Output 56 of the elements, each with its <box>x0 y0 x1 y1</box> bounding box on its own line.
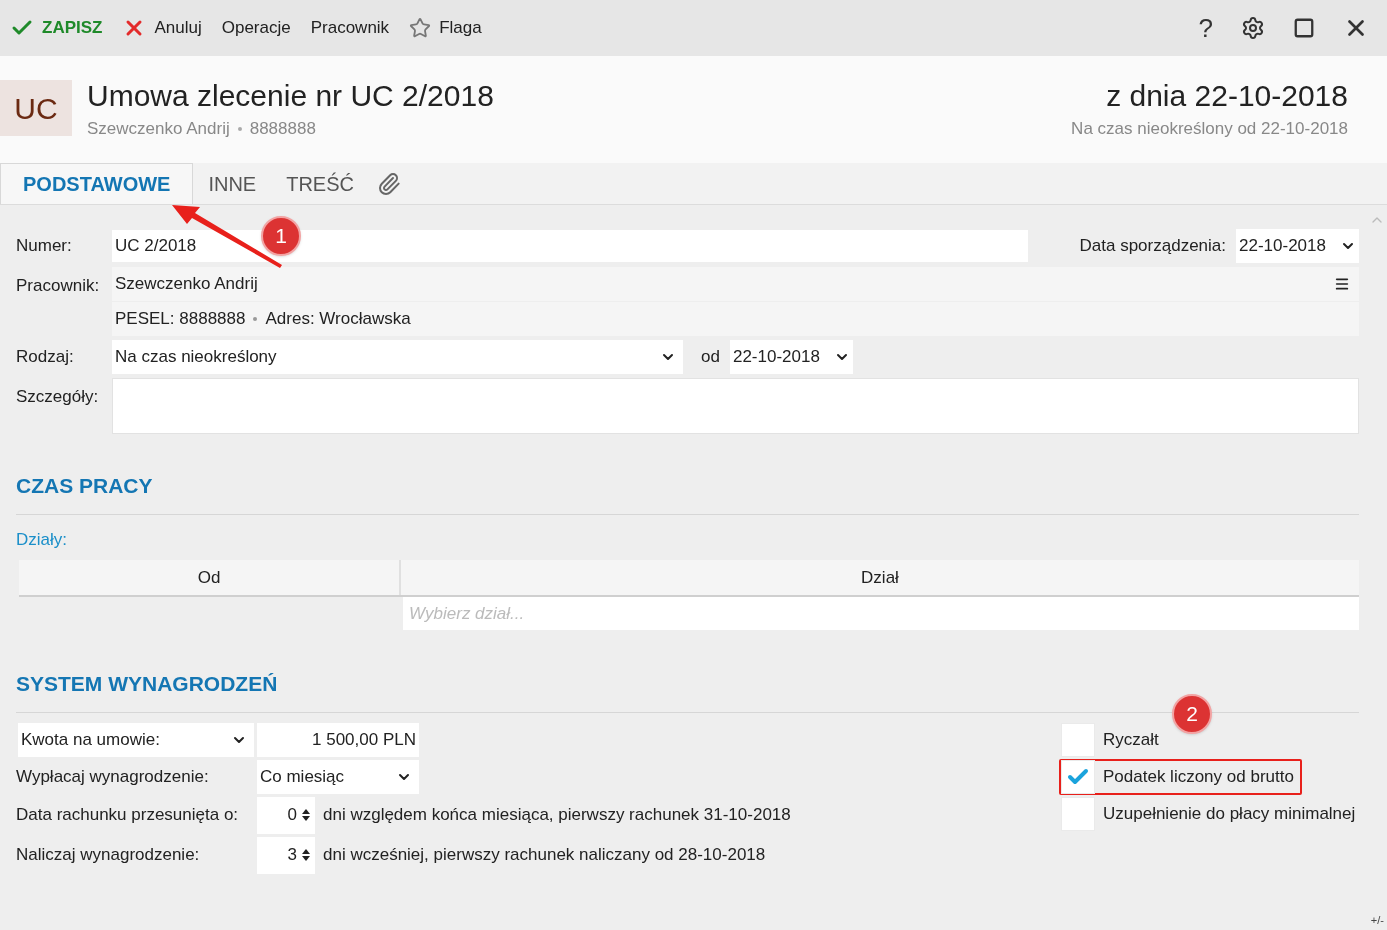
type-dropdown[interactable]: Na czas nieokreślony <box>112 340 683 374</box>
field-label: od <box>701 346 720 369</box>
field-label: Rodzaj: <box>16 346 75 369</box>
field-label: Wypłacaj wynagrodzenie: <box>16 765 210 788</box>
checkbox[interactable] <box>1061 796 1095 831</box>
amount-type-dropdown[interactable]: Kwota na umowie: <box>18 722 254 757</box>
checkbox-label: Podatek liczony od brutto <box>1103 765 1294 788</box>
menu-icon[interactable] <box>1334 276 1350 292</box>
departments-label: Działy: <box>16 528 68 551</box>
field-label: Numer: <box>16 235 73 258</box>
section-heading: SYSTEM WYNAGRODZEŃ <box>16 671 279 697</box>
shift-note: dni względem końca miesiąca, pierwszy rachunek 31-10-2018 <box>323 804 791 827</box>
employee-field[interactable]: Szewczenko Andrij <box>112 267 1359 301</box>
date-dropdown[interactable]: 22-10-2018 <box>1236 229 1359 263</box>
tab[interactable]: TREŚĆ <box>271 163 369 204</box>
flag-button[interactable]: Flaga <box>409 15 482 41</box>
contract-period: Na czas nieokreślony od 22-10-2018 <box>1071 118 1348 140</box>
details-field[interactable] <box>112 378 1359 434</box>
field-label: Data rachunku przesunięta o: <box>16 804 240 827</box>
paperclip-icon[interactable] <box>377 171 401 196</box>
pesel-text: PESEL: 8888888 <box>115 308 246 331</box>
pay-frequency-dropdown[interactable]: Co miesiąc <box>257 759 419 794</box>
checkbox[interactable] <box>1061 759 1095 794</box>
amount-field[interactable]: 1 500,00 PLN <box>257 722 419 757</box>
field-label: Data sporządzenia: <box>1079 235 1226 258</box>
number-spinner[interactable]: 0 <box>257 796 315 834</box>
field-label: Szczegóły: <box>16 386 100 408</box>
tab[interactable]: INNE <box>193 163 272 204</box>
zoom-toggle[interactable]: +/- <box>1370 911 1384 928</box>
employee-name: Szewczenko Andrij <box>87 118 230 140</box>
checkbox-label: Uzupełnienie do płacy minimalnej <box>1103 802 1356 825</box>
settings-icon[interactable] <box>1241 16 1265 40</box>
field-label: Pracownik: <box>16 275 101 297</box>
tab[interactable]: PODSTAWOWE <box>0 163 194 204</box>
column-header[interactable]: Dział <box>401 560 1359 595</box>
help-button[interactable]: ? <box>1198 8 1213 48</box>
save-button[interactable]: ZAPISZ <box>10 15 103 41</box>
menu-item[interactable]: Operacje <box>221 15 291 41</box>
date-dropdown[interactable]: 22-10-2018 <box>729 340 853 374</box>
number-spinner[interactable]: 3 <box>257 836 315 874</box>
column-header[interactable]: Od <box>19 560 401 595</box>
menu-item[interactable]: Pracownik <box>310 15 390 41</box>
annotation-marker: 2 <box>1172 694 1212 734</box>
section-heading: CZAS PRACY <box>16 473 154 499</box>
star-icon <box>409 17 432 39</box>
checkbox-label: Ryczałt <box>1103 728 1159 751</box>
field-label: Naliczaj wynagrodzenie: <box>16 844 201 867</box>
document-badge: UC <box>0 80 72 136</box>
calc-note: dni wcześniej, pierwszy rachunek naliczany od 28-10-2018 <box>323 844 766 867</box>
employee-id: 8888888 <box>249 118 316 140</box>
cancel-button[interactable]: Anuluj <box>122 15 202 41</box>
maximize-icon[interactable] <box>1293 17 1315 39</box>
annotation-marker: 1 <box>261 216 301 256</box>
document-title: Umowa zlecenie nr UC 2/2018 <box>87 78 494 114</box>
address-text: Adres: Wrocławska <box>265 308 411 331</box>
document-date: z dnia 22-10-2018 <box>1105 78 1348 114</box>
